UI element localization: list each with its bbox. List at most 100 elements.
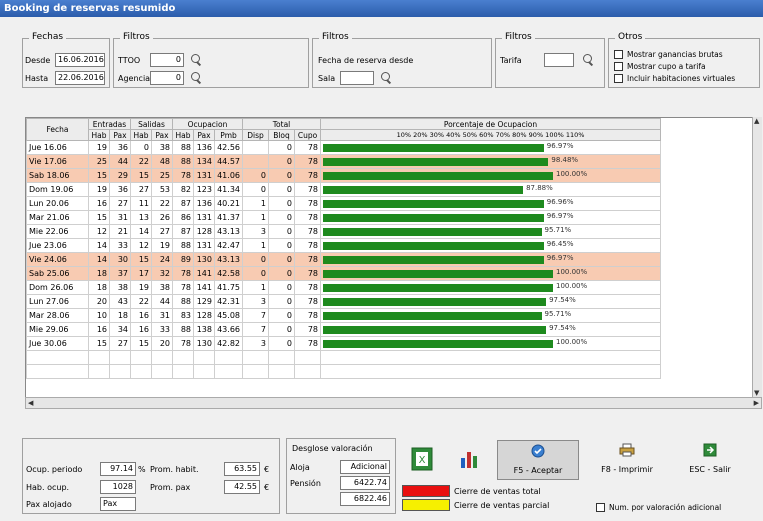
cell-empty — [268, 364, 295, 379]
col-entradas-hab[interactable]: Hab — [88, 129, 110, 141]
col-ocup-pmb[interactable]: Pmb — [214, 129, 243, 141]
cell-value: 136 — [193, 196, 215, 211]
ttoo-field[interactable]: 0 — [150, 53, 184, 67]
desde-field[interactable]: 16.06.2016 — [55, 53, 105, 67]
chart-button[interactable] — [458, 448, 480, 470]
sala-field[interactable] — [340, 71, 374, 85]
cell-value: 15 — [130, 252, 152, 267]
opt-virtuales-checkbox[interactable] — [614, 74, 623, 83]
table-row[interactable]: Jue 23.06 14 33 12 19 88 131 42.47 1 0 78 96.45% — [26, 238, 661, 253]
occupancy-bar-label: 97.54% — [549, 296, 576, 304]
cell-empty — [294, 364, 321, 379]
table-row[interactable]: Mar 21.06 15 31 13 26 86 131 41.37 1 0 78 96.97% — [26, 210, 661, 225]
agencia-field[interactable]: 0 — [150, 71, 184, 85]
cell-value: 82 — [172, 182, 194, 197]
sala-label: Sala — [318, 74, 336, 83]
check-circle-icon — [531, 444, 545, 458]
col-salidas-pax[interactable]: Pax — [151, 129, 173, 141]
col-scale: 10% 20% 30% 40% 50% 60% 70% 80% 90% 100%… — [320, 129, 661, 141]
cell-fecha: Sab 18.06 — [26, 168, 89, 183]
table-row[interactable]: Lun 27.06 20 43 22 44 88 129 42.31 3 0 78 97.54% — [26, 294, 661, 309]
cell-value: 44 — [151, 294, 173, 309]
cell-value: 0 — [268, 336, 295, 351]
cell-value: 1 — [242, 238, 269, 253]
col-entradas-pax[interactable]: Pax — [109, 129, 131, 141]
desglose-row2-value: 6422.74 — [340, 476, 390, 490]
col-ocup-hab[interactable]: Hab — [172, 129, 194, 141]
cell-value: 37 — [109, 266, 131, 281]
occupancy-bar-fill — [323, 270, 553, 278]
hasta-label: Hasta — [25, 74, 49, 83]
excel-export-button[interactable]: X — [410, 446, 434, 472]
occupancy-bar-fill — [323, 284, 553, 292]
cell-value: 26 — [151, 210, 173, 225]
cell-value: 12 — [130, 238, 152, 253]
table-row[interactable]: Mie 22.06 12 21 14 27 87 128 43.13 3 0 78 95.71% — [26, 224, 661, 239]
cell-value: 15 — [88, 210, 110, 225]
occupancy-bar-label: 100.00% — [556, 282, 588, 290]
group-salidas: Salidas — [130, 118, 173, 130]
table-row[interactable]: Mar 28.06 10 18 16 31 83 128 45.08 7 0 78 95.71% — [26, 308, 661, 323]
imprimir-button[interactable]: F8 - Imprimir — [592, 440, 662, 480]
scroll-left-icon[interactable]: ◀ — [28, 399, 33, 407]
hab-ocup-value: 1028 — [100, 480, 136, 494]
col-fecha[interactable]: Fecha — [26, 118, 89, 141]
scroll-down-icon[interactable]: ▼ — [754, 389, 759, 397]
aceptar-button[interactable]: F5 - Aceptar — [497, 440, 579, 480]
cell-value — [242, 140, 269, 155]
imprimir-label: F8 - Imprimir — [601, 465, 653, 474]
occupancy-bar-fill — [323, 340, 553, 348]
cell-value: 12 — [88, 224, 110, 239]
col-ocup-pax[interactable]: Pax — [193, 129, 215, 141]
ttoo-search-icon[interactable] — [190, 54, 202, 66]
group-entradas: Entradas — [88, 118, 131, 130]
cell-fecha: Mie 22.06 — [26, 224, 89, 239]
cell-value: 78 — [294, 224, 321, 239]
cell-value: 0 — [268, 308, 295, 323]
hasta-field[interactable]: 22.06.2016 — [55, 71, 105, 85]
bar-chart-icon — [461, 452, 477, 468]
table-row[interactable]: Jue 30.06 15 27 15 20 78 130 42.82 3 0 78 100.00% — [26, 336, 661, 351]
table-row[interactable]: Lun 20.06 16 27 11 22 87 136 40.21 1 0 78 96.96% — [26, 196, 661, 211]
ocup-periodo-value: 97.14 — [100, 462, 136, 476]
table-row[interactable]: Sab 18.06 15 29 15 25 78 131 41.06 0 0 78 100.00% — [26, 168, 661, 183]
cell-value — [242, 154, 269, 169]
col-total-bloq[interactable]: Bloq — [268, 129, 295, 141]
occupancy-bar-label: 100.00% — [556, 170, 588, 178]
occupancy-bar-fill — [323, 200, 544, 208]
opt-ganancias-checkbox[interactable] — [614, 50, 623, 59]
table-row[interactable]: Vie 17.06 25 44 22 48 88 134 44.57 0 78 98.48% — [26, 154, 661, 169]
sala-search-icon[interactable] — [380, 72, 392, 84]
table-row[interactable]: Vie 24.06 14 30 15 24 89 130 43.13 0 0 78 96.97% — [26, 252, 661, 267]
cell-empty — [151, 364, 173, 379]
occupancy-table[interactable]: Fecha Entradas Salidas Ocupacion Total P… — [25, 117, 762, 407]
scroll-right-icon[interactable]: ▶ — [754, 399, 759, 407]
vertical-scrollbar[interactable]: ▲ ▼ — [752, 117, 762, 397]
cell-value: 42.56 — [214, 140, 243, 155]
salir-button[interactable]: ESC - Salir — [680, 440, 740, 480]
otros-title: Otros — [615, 32, 646, 42]
cell-value: 41.75 — [214, 280, 243, 295]
col-total-cupo[interactable]: Cupo — [294, 129, 321, 141]
valoracion-adicional-checkbox[interactable] — [596, 503, 605, 512]
opt-cupo-checkbox[interactable] — [614, 62, 623, 71]
tarifa-search-icon[interactable] — [582, 54, 594, 66]
table-row[interactable]: Dom 26.06 18 38 19 38 78 141 41.75 1 0 78 100.00% — [26, 280, 661, 295]
table-row[interactable]: Sab 25.06 18 37 17 32 78 141 42.58 0 0 78 100.00% — [26, 266, 661, 281]
tarifa-field[interactable] — [544, 53, 574, 67]
col-salidas-hab[interactable]: Hab — [130, 129, 152, 141]
table-row[interactable]: Mie 29.06 16 34 16 33 88 138 43.66 7 0 78 97.54% — [26, 322, 661, 337]
table-row[interactable]: Jue 16.06 19 36 0 38 88 136 42.56 0 78 96.97% — [26, 140, 661, 155]
col-total-disp[interactable]: Disp — [242, 129, 269, 141]
horizontal-scrollbar[interactable]: ◀ ▶ — [25, 397, 762, 409]
table-row[interactable]: Dom 19.06 19 36 27 53 82 123 41.34 0 0 78 87.88% — [26, 182, 661, 197]
cell-value: 48 — [151, 154, 173, 169]
cell-value: 44 — [109, 154, 131, 169]
scroll-up-icon[interactable]: ▲ — [754, 117, 759, 125]
cell-value: 13 — [130, 210, 152, 225]
agencia-search-icon[interactable] — [190, 72, 202, 84]
cell-value: 3 — [242, 336, 269, 351]
cell-value: 89 — [172, 252, 194, 267]
cell-value: 78 — [294, 294, 321, 309]
cell-value: 88 — [172, 322, 194, 337]
